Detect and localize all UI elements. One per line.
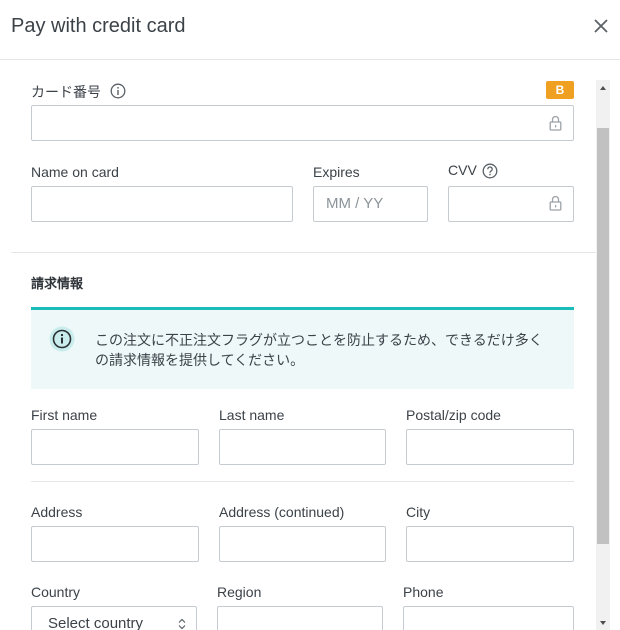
postal-code-label: Postal/zip code xyxy=(406,407,501,423)
dialog-body: カード番号 B Name on card Expires MM / YY CVV… xyxy=(0,61,596,630)
info-icon xyxy=(49,326,75,352)
notice-text: この注文に不正注文フラグが立つことを防止するため、できるだけ多くの請求情報を提供… xyxy=(95,332,543,368)
postal-code-field[interactable] xyxy=(406,429,574,465)
scrollbar[interactable] xyxy=(596,80,610,630)
dialog-title: Pay with credit card xyxy=(11,15,186,37)
card-number-field[interactable] xyxy=(31,105,574,141)
cvv-label: CVV xyxy=(448,162,477,178)
phone-label: Phone xyxy=(403,584,444,600)
info-icon[interactable] xyxy=(110,83,126,99)
country-select[interactable]: Select country xyxy=(31,606,197,630)
name-on-card-field[interactable] xyxy=(31,186,293,222)
select-arrows-icon xyxy=(178,618,186,630)
card-number-label: カード番号 xyxy=(31,84,101,100)
expires-label: Expires xyxy=(313,164,360,180)
row-divider xyxy=(31,481,574,482)
address-continued-field[interactable] xyxy=(219,526,386,562)
address-field[interactable] xyxy=(31,526,199,562)
scroll-up-icon[interactable] xyxy=(596,80,610,96)
region-field[interactable] xyxy=(217,606,383,630)
city-field[interactable] xyxy=(406,526,574,562)
phone-field[interactable] xyxy=(403,606,574,630)
dialog-header: Pay with credit card xyxy=(0,0,620,60)
city-label: City xyxy=(406,504,431,520)
address-label: Address xyxy=(31,504,83,520)
last-name-field[interactable] xyxy=(219,429,386,465)
billing-section-title: 請求情報 xyxy=(31,276,84,291)
scrollbar-thumb[interactable] xyxy=(597,128,609,544)
country-label: Country xyxy=(31,584,81,600)
section-divider xyxy=(11,252,596,253)
last-name-label: Last name xyxy=(219,407,285,423)
region-label: Region xyxy=(217,584,262,600)
name-on-card-label: Name on card xyxy=(31,164,119,180)
close-icon[interactable] xyxy=(592,17,610,35)
first-name-field[interactable] xyxy=(31,429,199,465)
lock-icon xyxy=(549,115,562,131)
first-name-label: First name xyxy=(31,407,98,423)
billing-notice: この注文に不正注文フラグが立つことを防止するため、できるだけ多くの請求情報を提供… xyxy=(31,307,574,389)
scroll-down-icon[interactable] xyxy=(596,616,610,630)
cvv-field[interactable] xyxy=(448,186,574,222)
country-select-value: Select country xyxy=(48,615,144,630)
lock-icon xyxy=(549,195,562,211)
address-continued-label: Address (continued) xyxy=(219,504,345,520)
status-badge: B xyxy=(546,81,574,99)
help-icon[interactable] xyxy=(482,163,498,179)
expires-field[interactable]: MM / YY xyxy=(313,186,428,222)
